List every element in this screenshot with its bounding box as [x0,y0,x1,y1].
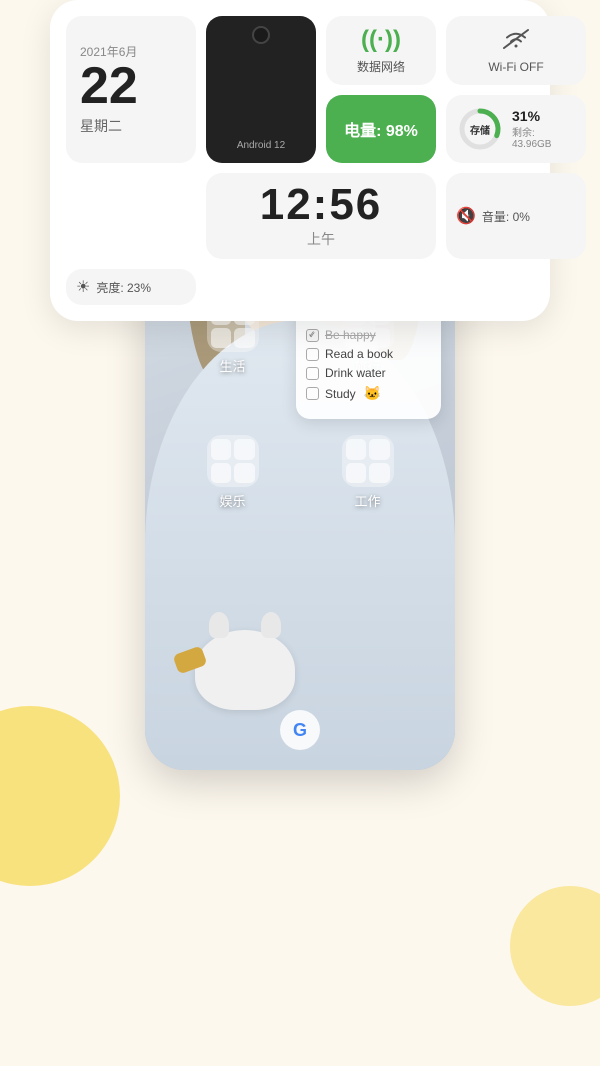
bg-circle-1 [0,706,120,886]
folder-icon-4 [234,328,255,349]
todo-checkbox-3[interactable] [306,387,319,400]
folder-ent-label: 娱乐 [219,491,245,510]
todo-text-0: Be happy [325,328,376,342]
folder-icon-12 [234,463,255,484]
google-button[interactable]: G [280,710,320,750]
folder-row-2: 娱乐 工作 [165,435,435,510]
folder-icon-16 [369,463,390,484]
folder-work[interactable]: 工作 [342,435,394,510]
storage-percent: 31% [512,108,576,124]
date-weekday: 星期二 [80,116,182,136]
svg-text:存储: 存储 [470,124,490,137]
clock-period: 上午 [307,229,335,249]
storage-ring: 存储 [456,105,504,153]
wifi-icon [502,28,530,56]
todo-text-2: Drink water [325,366,386,380]
companion-ear-l [209,612,229,638]
folder-entertainment[interactable]: 娱乐 [207,435,259,510]
widget-phone-screen: Android 12 [206,16,316,163]
network-icon: ((·)) [361,26,401,54]
companion-ear-r [261,612,281,638]
date-day: 22 [80,60,182,112]
widget-sound[interactable]: 🔇 音量: 0% [446,173,586,259]
brightness-label: 亮度: 23% [96,279,151,296]
sound-icon: 🔇 [456,206,476,226]
cat-emoji: 🐱 [364,385,381,402]
folder-icon-9 [211,439,232,460]
google-label: G [293,720,307,741]
folder-icon-11 [211,463,232,484]
widget-panel: 2021年6月 22 星期二 ((·)) 数据网络 Wi-Fi OFF 电量: [50,0,550,321]
folder-icon-3 [211,328,232,349]
todo-item-0[interactable]: ✓ Be happy [306,328,431,342]
phone-screen-label: Android 12 [237,140,285,151]
folder-work-icons [342,435,394,487]
widget-wifi[interactable]: Wi-Fi OFF [446,16,586,85]
phone-camera [252,26,270,44]
todo-checkbox-0[interactable]: ✓ [306,329,319,342]
widget-clock: 12:56 上午 [206,173,436,259]
todo-item-2[interactable]: Drink water [306,366,431,380]
sound-label: 音量: 0% [482,208,530,225]
folder-work-label: 工作 [354,491,380,510]
battery-label: 电量: 98% [344,117,418,141]
todo-checkbox-1[interactable] [306,348,319,361]
wifi-label: Wi-Fi OFF [488,60,543,74]
todo-checkbox-2[interactable] [306,367,319,380]
widget-date: 2021年6月 22 星期二 [66,16,196,163]
widget-brightness[interactable]: ☀ 亮度: 23% [66,269,196,305]
companion-body [195,630,295,710]
todo-item-3[interactable]: Study 🐱 [306,385,431,402]
todo-item-1[interactable]: Read a book [306,347,431,361]
network-label: 数据网络 [357,58,405,75]
folder-icon-15 [346,463,367,484]
storage-info: 31% 剩余: 43.96GB [512,108,576,150]
folder-icon-13 [346,439,367,460]
folder-icon-14 [369,439,390,460]
widget-battery: 电量: 98% [326,95,436,163]
widget-network[interactable]: ((·)) 数据网络 [326,16,436,85]
folder-icon-10 [234,439,255,460]
todo-text-3: Study [325,387,356,401]
bg-circle-2 [510,886,600,1006]
folder-ent-icons [207,435,259,487]
widget-storage: 存储 31% 剩余: 43.96GB [446,95,586,163]
brightness-icon: ☀ [76,277,90,297]
storage-remaining: 剩余: 43.96GB [512,124,576,150]
page-container: X面板小组件 好看又实用 多种样式随心配 2021年6月 22 星期二 ((·)… [0,0,600,1066]
folder-life-label: 生活 [219,356,245,375]
clock-time: 12:56 [260,183,383,227]
todo-text-1: Read a book [325,347,393,361]
